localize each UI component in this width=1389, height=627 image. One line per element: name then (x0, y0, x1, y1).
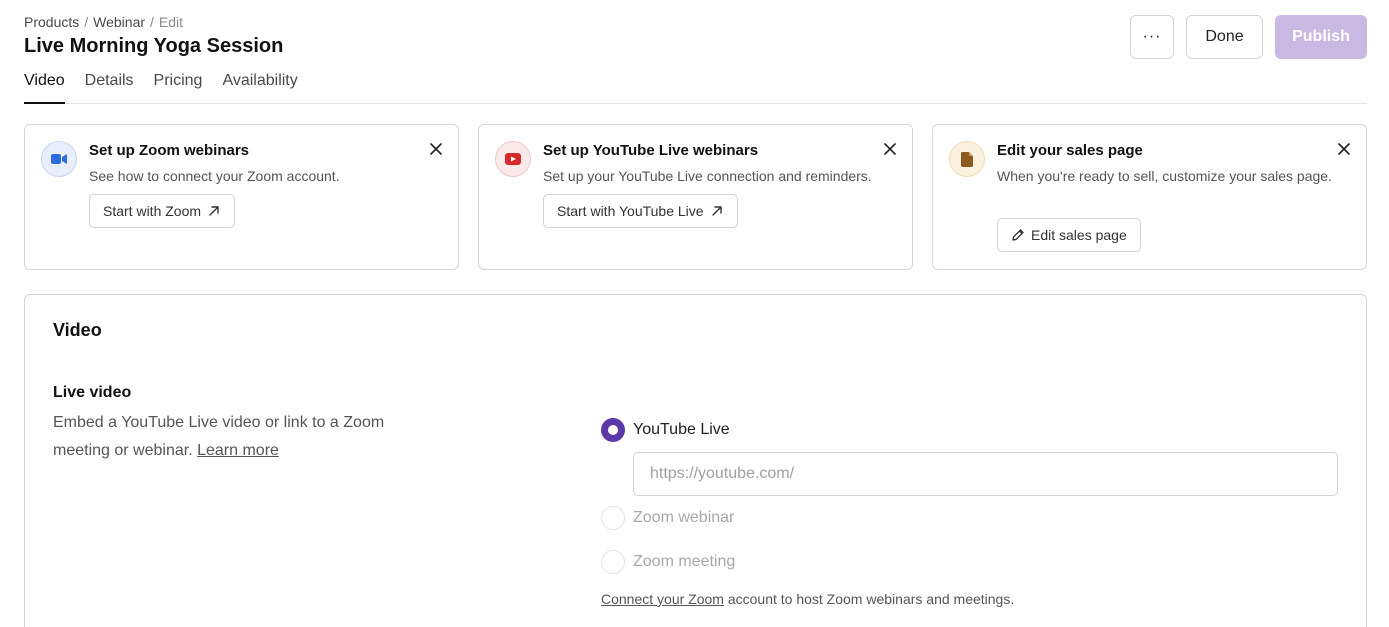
done-button[interactable]: Done (1186, 15, 1263, 59)
section-title: Video (53, 320, 102, 340)
card-title: Set up YouTube Live webinars (543, 142, 759, 159)
close-icon[interactable] (428, 141, 444, 157)
video-section: Video Live video Embed a YouTube Live vi… (24, 294, 1367, 627)
breadcrumb-webinar[interactable]: Webinar (93, 14, 145, 30)
breadcrumb-edit: Edit (158, 14, 184, 30)
start-with-zoom-button[interactable]: Start with Zoom (89, 194, 236, 228)
youtube-live-option[interactable]: YouTube Live (601, 418, 730, 442)
card-description: Set up your YouTube Live connection and … (543, 168, 872, 184)
header-actions: ··· Done Publish (1130, 15, 1367, 59)
tab-bar: Video Details Pricing Availability (24, 70, 298, 104)
publish-button[interactable]: Publish (1275, 15, 1367, 59)
external-arrow-icon (711, 206, 722, 216)
live-video-label: Live video (53, 384, 132, 401)
live-video-description: Embed a YouTube Live video or link to a … (53, 409, 433, 465)
option-label: Zoom webinar (633, 509, 735, 526)
card-description: When you're ready to sell, customize you… (997, 168, 1332, 184)
tab-pricing[interactable]: Pricing (154, 70, 203, 104)
option-label: YouTube Live (633, 421, 730, 438)
setup-cards: Set up Zoom webinars See how to connect … (24, 124, 1367, 270)
tab-details[interactable]: Details (85, 70, 134, 104)
card-description: See how to connect your Zoom account. (89, 168, 340, 184)
close-icon[interactable] (1336, 141, 1352, 157)
radio-button[interactable] (601, 550, 625, 574)
close-icon[interactable] (882, 141, 898, 157)
more-options-button[interactable]: ··· (1130, 15, 1174, 59)
card-title: Edit your sales page (997, 142, 1143, 159)
pencil-icon (1012, 229, 1024, 241)
button-label: Edit sales page (1031, 227, 1127, 243)
start-with-youtube-live-button[interactable]: Start with YouTube Live (543, 194, 738, 228)
external-arrow-icon (209, 206, 219, 216)
document-icon (949, 141, 985, 177)
option-label: Zoom meeting (633, 553, 736, 570)
youtube-setup-card: Set up YouTube Live webinars Set up your… (478, 124, 913, 270)
connect-zoom-note: Connect your Zoom account to host Zoom w… (601, 591, 1014, 607)
learn-more-link[interactable]: Learn more (197, 442, 279, 459)
connect-note-text: account to host Zoom webinars and meetin… (727, 591, 1015, 607)
zoom-webinar-option[interactable]: Zoom webinar (601, 506, 734, 530)
page-title: Live Morning Yoga Session (24, 35, 284, 57)
radio-button[interactable] (601, 506, 625, 530)
tab-availability[interactable]: Availability (222, 70, 297, 104)
breadcrumb-separator: / (84, 14, 89, 30)
button-label: Start with Zoom (103, 203, 202, 219)
breadcrumb-products[interactable]: Products (24, 14, 79, 30)
tab-video[interactable]: Video (24, 70, 65, 104)
edit-sales-page-button[interactable]: Edit sales page (997, 218, 1141, 252)
breadcrumb-separator: / (150, 14, 154, 30)
card-title: Set up Zoom webinars (89, 142, 250, 159)
breadcrumb: Products / Webinar / Edit (24, 14, 183, 30)
zoom-meeting-option[interactable]: Zoom meeting (601, 550, 735, 574)
youtube-url-input[interactable] (633, 452, 1338, 496)
connect-zoom-link[interactable]: Connect your Zoom (601, 591, 724, 607)
sales-page-card: Edit your sales page When you're ready t… (932, 124, 1367, 270)
youtube-play-icon (495, 141, 531, 177)
radio-button[interactable] (601, 418, 625, 442)
button-label: Start with YouTube Live (557, 203, 704, 219)
page-header: Products / Webinar / Edit Live Morning Yoga … (24, 0, 1367, 104)
zoom-setup-card: Set up Zoom webinars See how to connect … (24, 124, 459, 270)
zoom-camera-icon (41, 141, 77, 177)
